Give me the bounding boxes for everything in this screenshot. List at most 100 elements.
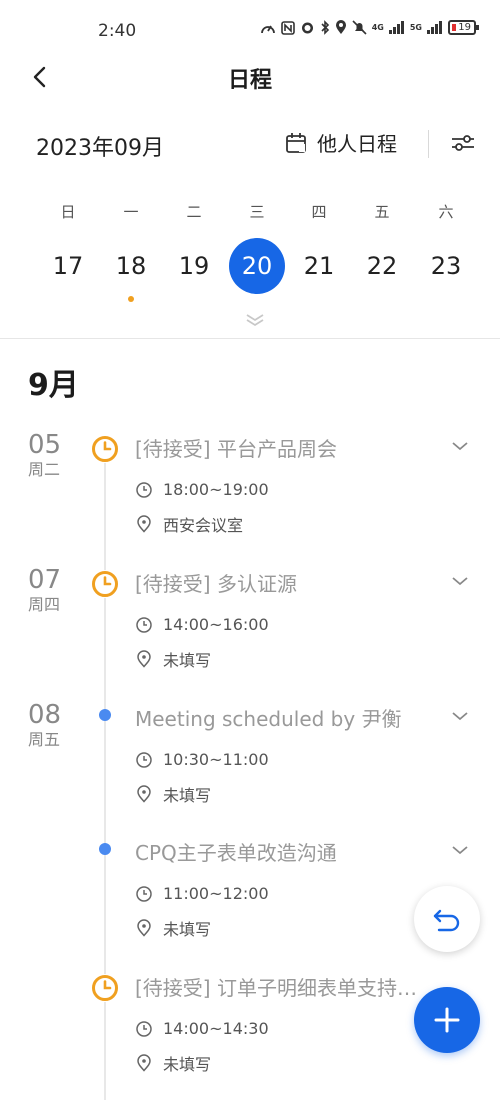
filter-button[interactable] (450, 132, 478, 156)
event-location: 未填写 (163, 786, 212, 805)
bluetooth-icon (321, 20, 329, 35)
event-time-row: 18:00~19:00 (135, 480, 269, 499)
back-to-today-button[interactable] (414, 886, 480, 952)
battery-level: 19 (458, 22, 471, 33)
status-bar: 2:40 4G 5G 19 (0, 0, 500, 60)
day-number-selected: 20 (229, 238, 285, 294)
pending-clock-icon (91, 435, 119, 463)
event-location: 未填写 (163, 1055, 212, 1074)
event-dot-marker (99, 709, 111, 721)
clock-icon (136, 751, 152, 768)
event-location: 未填写 (163, 920, 212, 939)
date-group-label: 08 周五 (28, 700, 88, 750)
weekday-name: 一 (123, 203, 139, 221)
clock-icon (136, 1020, 152, 1037)
app-header: 日程 (0, 52, 500, 102)
weekday-sat[interactable]: 六 23 (416, 200, 476, 294)
chevron-down-icon[interactable] (450, 439, 470, 453)
nfc-icon (280, 20, 295, 35)
weekday-name: 四 (311, 203, 327, 221)
date-weekday: 周四 (28, 595, 61, 614)
event-location-row: 未填写 (135, 782, 211, 806)
sliders-icon (452, 135, 474, 151)
date-day: 05 (28, 430, 62, 460)
weekday-fri[interactable]: 五 22 (352, 200, 412, 294)
signal-icon (388, 21, 404, 34)
event-dot (128, 296, 134, 302)
clock-icon (136, 885, 152, 902)
others-schedule-label: 他人日程 (317, 132, 397, 156)
event-time-row: 10:30~11:00 (135, 750, 269, 769)
event-time-row: 14:00~14:30 (135, 1019, 269, 1038)
event-title: [待接受] 多认证源 (135, 572, 297, 596)
weekday-name: 六 (438, 203, 454, 221)
month-toolbar: 2023年09月 他人日程 (0, 122, 500, 166)
network-5g-label: 5G (409, 23, 422, 32)
status-icons: 4G 5G 19 (260, 20, 479, 35)
event-title: [待接受] 订单子明细表单支持… (135, 976, 417, 1000)
event-title: CPQ主子表单改造沟通 (135, 841, 337, 865)
toolbar-divider (428, 130, 429, 158)
date-day: 08 (28, 700, 62, 730)
event-time-row: 14:00~16:00 (135, 615, 269, 634)
event-dot-marker (99, 843, 111, 855)
signal-icon-2 (427, 21, 442, 34)
clock-icon (136, 481, 152, 498)
battery-icon: 19 (448, 20, 479, 35)
location-pin-icon (137, 650, 151, 668)
event-time-row: 11:00~12:00 (135, 884, 269, 903)
others-schedule-button[interactable]: 他人日程 (285, 128, 397, 157)
event-time: 14:00~14:30 (163, 1019, 269, 1038)
location-icon (335, 20, 346, 34)
event-location-row: 未填写 (135, 1051, 211, 1075)
section-divider (0, 338, 500, 339)
agenda-month-heading: 9月 (28, 368, 79, 403)
event-time: 11:00~12:00 (163, 884, 269, 903)
expand-calendar-button[interactable] (243, 312, 267, 328)
event-time: 14:00~16:00 (163, 615, 269, 634)
weekday-name: 三 (249, 203, 265, 221)
day-number: 19 (178, 252, 210, 280)
page-title: 日程 (227, 68, 272, 93)
network-4g-label: 4G (371, 23, 384, 32)
weekday-sun[interactable]: 日 17 (38, 200, 98, 294)
event-location-row: 未填写 (135, 916, 211, 940)
weekday-name: 五 (374, 203, 390, 221)
event-location: 西安会议室 (163, 516, 244, 535)
date-group-label: 07 周四 (28, 565, 88, 615)
day-number: 18 (115, 252, 147, 280)
weekday-thu[interactable]: 四 21 (289, 200, 349, 294)
day-number: 17 (52, 252, 84, 280)
day-number: 23 (430, 252, 462, 280)
date-weekday: 周二 (28, 460, 61, 479)
status-time: 2:40 (98, 21, 137, 41)
calendar-icon (286, 132, 306, 153)
weekday-wed[interactable]: 三 20 (227, 200, 287, 294)
event-location-row: 未填写 (135, 647, 211, 671)
weekday-tue[interactable]: 二 19 (164, 200, 224, 294)
alarm-icon (301, 22, 313, 34)
location-pin-icon (137, 1054, 151, 1072)
date-day: 07 (28, 565, 62, 595)
weekday-mon[interactable]: 一 18 (101, 200, 161, 302)
month-selector[interactable]: 2023年09月 (36, 130, 164, 162)
day-number: 22 (366, 252, 398, 280)
chevron-down-icon[interactable] (450, 574, 470, 588)
add-event-button[interactable] (414, 987, 480, 1053)
chevron-down-icon[interactable] (450, 709, 470, 723)
event-title: Meeting scheduled by 尹衡 (135, 707, 402, 731)
clock-icon (136, 616, 152, 633)
weekday-name: 日 (60, 203, 76, 221)
double-chevron-down-icon (246, 314, 264, 327)
chevron-down-icon[interactable] (450, 843, 470, 857)
speed-icon (260, 25, 275, 33)
pending-clock-icon (91, 570, 119, 598)
event-location-row: 西安会议室 (135, 512, 243, 536)
date-group-label: 05 周二 (28, 430, 88, 480)
day-number: 21 (303, 252, 335, 280)
location-pin-icon (137, 515, 151, 533)
event-time: 10:30~11:00 (163, 750, 269, 769)
event-title: [待接受] 平台产品周会 (135, 437, 337, 461)
event-location: 未填写 (163, 651, 212, 670)
date-weekday: 周五 (28, 730, 61, 749)
